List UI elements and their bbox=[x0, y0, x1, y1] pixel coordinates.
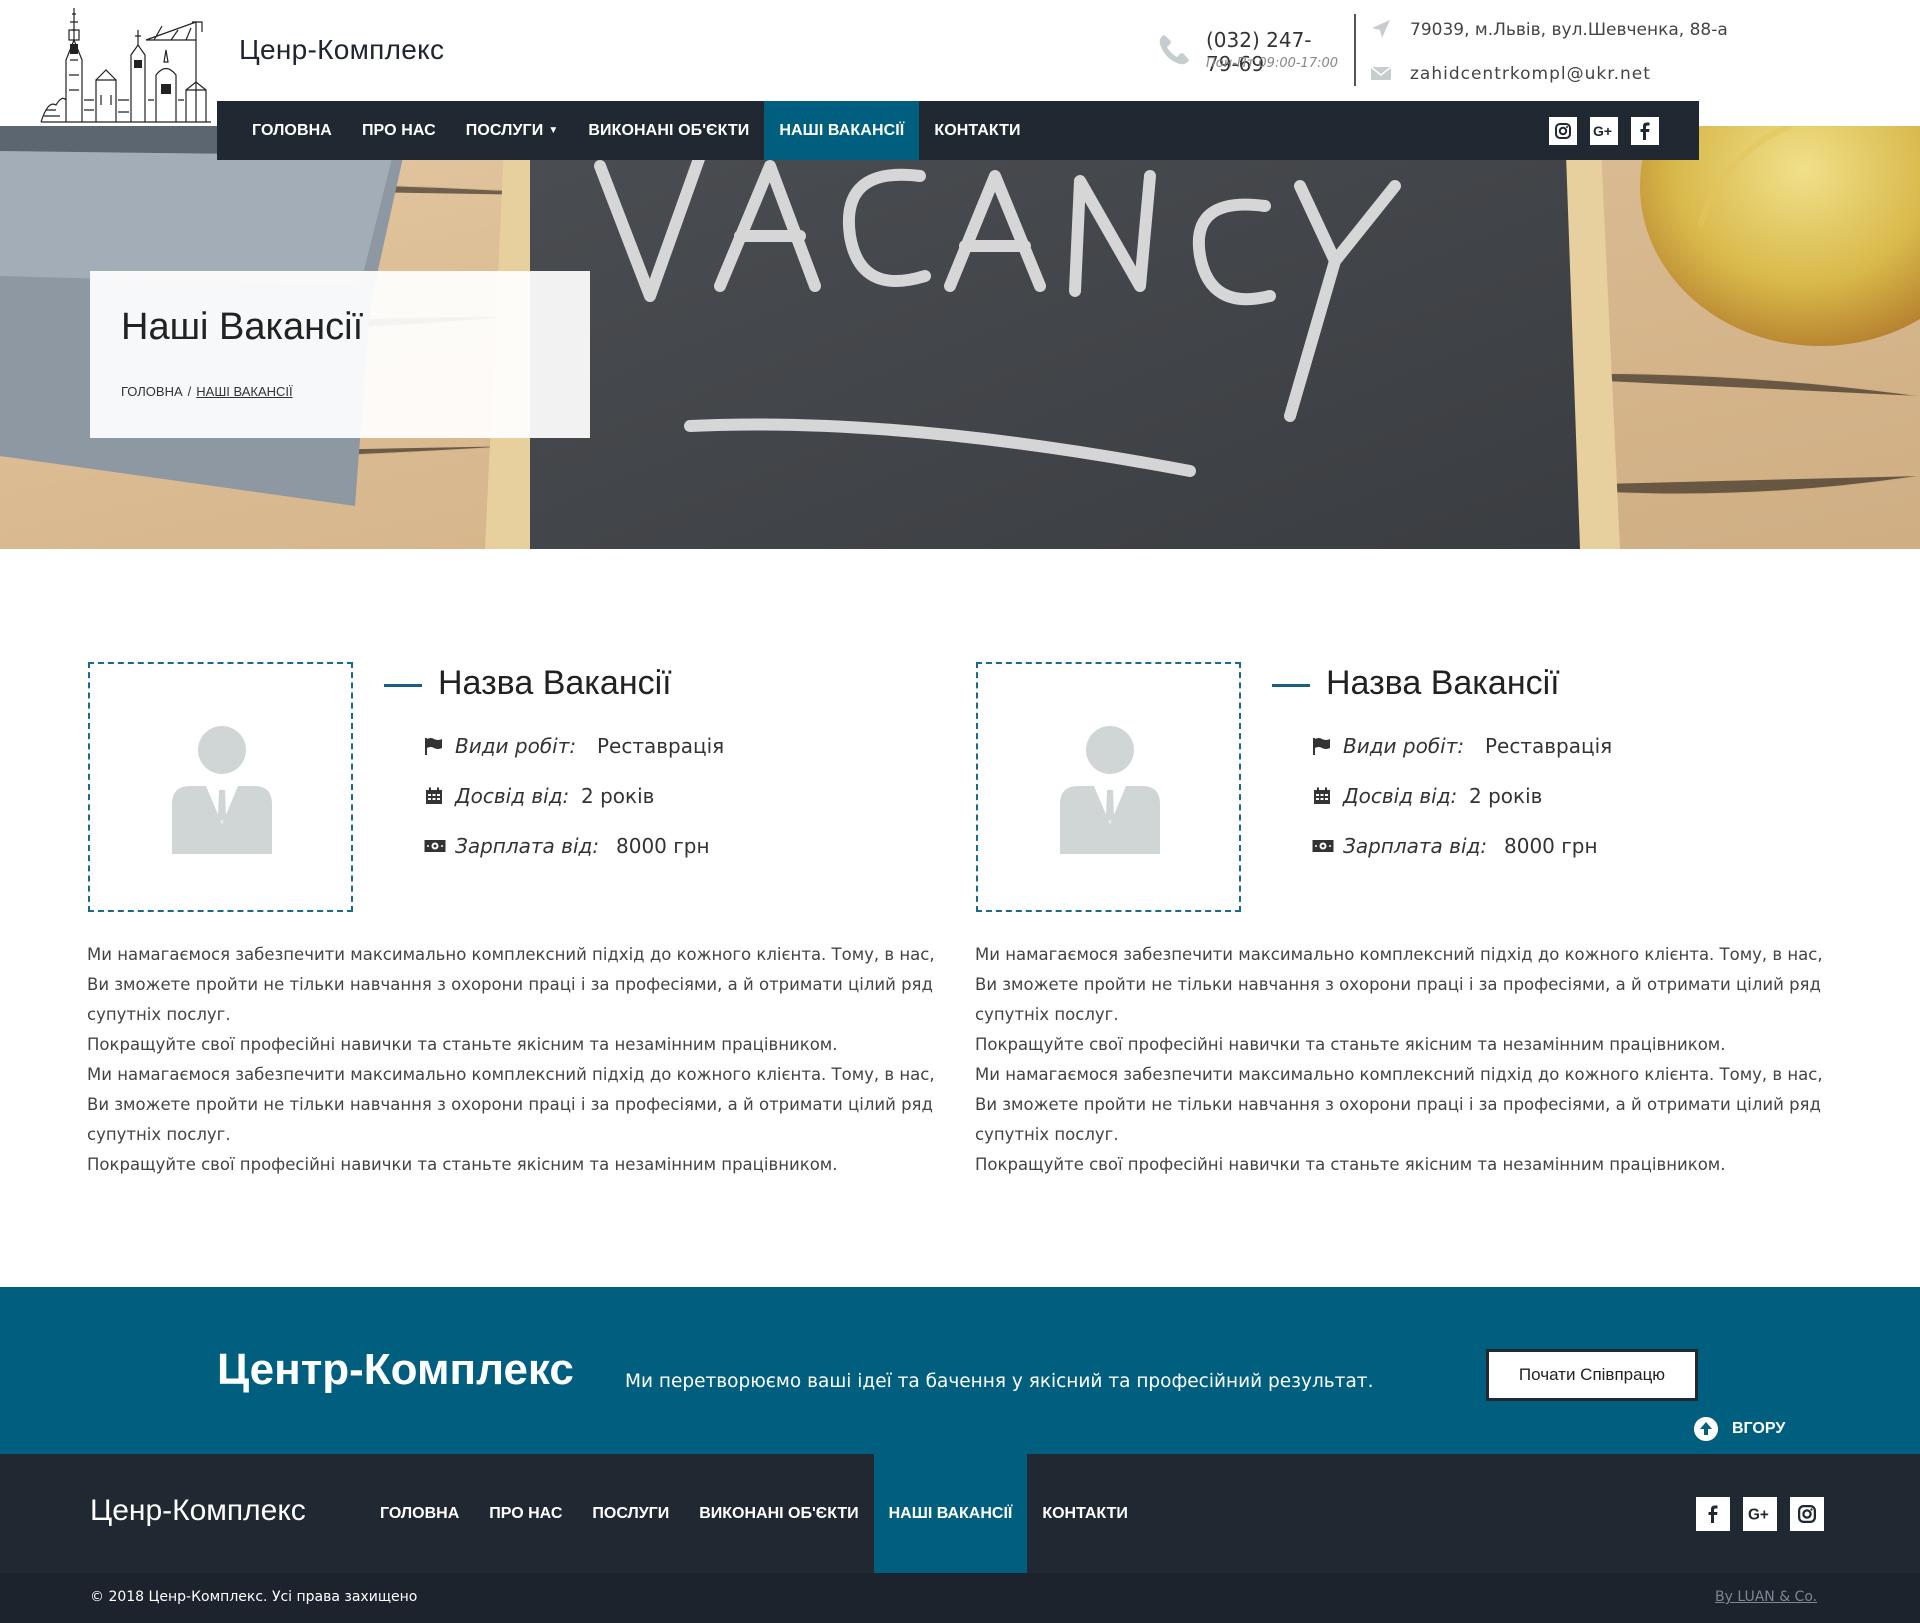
cta-tagline: Ми перетворюємо ваші ідеї та бачення у я… bbox=[625, 1371, 1374, 1392]
address-text: 79039, м.Львів, вул.Шевченка, 88-а bbox=[1410, 20, 1728, 40]
vacancy-paragraph: Ми намагаємося забезпечити максимально к… bbox=[87, 945, 935, 1024]
user-avatar-icon bbox=[1060, 726, 1160, 854]
vacancy-paragraph: Покращуйте свої професійні навички та ст… bbox=[87, 1155, 838, 1174]
google-plus-icon: G+ bbox=[1748, 1506, 1769, 1523]
calendar-icon bbox=[426, 787, 442, 804]
arrow-up-circle-icon bbox=[1694, 1417, 1718, 1441]
google-plus-link[interactable]: G+ bbox=[1743, 1497, 1777, 1531]
main-nav: ГОЛОВНА ПРО НАС ПОСЛУГИ ▼ ВИКОНАНІ ОБ'ЄКТ… bbox=[217, 101, 1699, 160]
email-link[interactable]: zahidcentrkompl@ukr.net bbox=[1410, 64, 1651, 84]
footer-nav-about[interactable]: ПРО НАС bbox=[474, 1454, 577, 1573]
vacancy-photo-placeholder bbox=[976, 662, 1241, 912]
facebook-link[interactable] bbox=[1696, 1497, 1730, 1531]
site-brand-title[interactable]: Ценр-Комплекс bbox=[239, 34, 444, 66]
working-hours: Пон-Пт 09:00-17:00 bbox=[1206, 56, 1339, 71]
nav-item-services[interactable]: ПОСЛУГИ ▼ bbox=[451, 101, 574, 160]
vacancy-paragraph: Ми намагаємося забезпечити максимально к… bbox=[975, 1065, 1823, 1144]
instagram-link[interactable] bbox=[1790, 1497, 1824, 1531]
instagram-icon bbox=[1798, 1505, 1816, 1523]
google-plus-icon: G+ bbox=[1593, 123, 1612, 139]
phone-icon bbox=[1159, 35, 1189, 65]
footer-nav-projects[interactable]: ВИКОНАНІ ОБ'ЄКТИ bbox=[684, 1454, 873, 1573]
nav-item-services-label: ПОСЛУГИ bbox=[465, 122, 544, 139]
instagram-icon bbox=[1555, 123, 1571, 139]
start-cooperation-button[interactable]: Почати Співпрацю bbox=[1486, 1349, 1698, 1401]
work-type-label: Види робіт: bbox=[455, 734, 577, 758]
contact-divider bbox=[1354, 14, 1356, 86]
experience-label: Досвід від: bbox=[455, 784, 570, 808]
location-arrow-icon bbox=[1372, 20, 1390, 38]
flag-icon bbox=[425, 738, 442, 755]
footer-nav-vacancies[interactable]: НАШІ ВАКАНСІЇ bbox=[873, 1454, 1028, 1573]
experience-value: 2 років bbox=[581, 784, 655, 808]
nav-item-projects[interactable]: ВИКОНАНІ ОБ'ЄКТИ bbox=[573, 101, 764, 160]
facebook-icon bbox=[1640, 122, 1650, 140]
breadcrumb-home-link[interactable]: ГОЛОВНА bbox=[121, 384, 183, 399]
nav-item-vacancies[interactable]: НАШІ ВАКАНСІЇ bbox=[764, 101, 920, 160]
instagram-link[interactable] bbox=[1549, 117, 1577, 145]
experience-label: Досвід від: bbox=[1343, 784, 1458, 808]
scroll-to-top-label: ВГОРУ bbox=[1732, 1420, 1786, 1437]
money-icon bbox=[424, 840, 446, 852]
breadcrumb-current[interactable]: НАШІ ВАКАНСІЇ bbox=[196, 384, 292, 399]
experience-value: 2 років bbox=[1469, 784, 1543, 808]
salary-label: Зарплата від: bbox=[1343, 834, 1488, 858]
breadcrumb: ГОЛОВНА / НАШІ ВАКАНСІЇ bbox=[121, 384, 293, 399]
page-title: Наші Вакансії bbox=[121, 306, 364, 348]
city-sketch-logo[interactable] bbox=[36, 0, 216, 126]
vacancy-card: Назва Вакансії Види робіт: Реставрація Д… bbox=[87, 662, 948, 1182]
hero-banner: Наші Вакансії ГОЛОВНА / НАШІ ВАКАНСІЇ bbox=[0, 126, 1920, 549]
vacancy-title-text: Назва Вакансії bbox=[1326, 664, 1560, 702]
breadcrumb-separator: / bbox=[187, 384, 192, 399]
chevron-down-icon: ▼ bbox=[548, 125, 559, 136]
vacancy-paragraph: Покращуйте свої професійні навички та ст… bbox=[975, 1155, 1726, 1174]
page-title-box: Наші Вакансії ГОЛОВНА / НАШІ ВАКАНСІЇ bbox=[90, 271, 590, 438]
vacancy-card: Назва Вакансії Види робіт: Реставрація Д… bbox=[975, 662, 1836, 1182]
vacancy-photo-placeholder bbox=[88, 662, 353, 912]
footer-nav-home[interactable]: ГОЛОВНА bbox=[365, 1454, 474, 1573]
title-accent-line bbox=[1272, 684, 1310, 687]
google-plus-link[interactable]: G+ bbox=[1590, 117, 1618, 145]
salary-value: 8000 грн bbox=[1504, 834, 1598, 858]
vacancy-paragraph: Ми намагаємося забезпечити максимально к… bbox=[87, 1065, 935, 1144]
salary-label: Зарплата від: bbox=[455, 834, 600, 858]
work-type-value: Реставрація bbox=[1485, 734, 1613, 758]
copyright-text: © 2018 Ценр-Комплекс. Усі права захищено bbox=[90, 1589, 418, 1605]
vacancy-paragraph: Ми намагаємося забезпечити максимально к… bbox=[975, 945, 1823, 1024]
title-accent-line bbox=[384, 684, 422, 687]
footer-nav-services[interactable]: ПОСЛУГИ bbox=[577, 1454, 684, 1573]
work-type-label: Види робіт: bbox=[1343, 734, 1465, 758]
footer-social-links: G+ bbox=[1696, 1497, 1824, 1531]
nav-item-about[interactable]: ПРО НАС bbox=[347, 101, 451, 160]
footer-nav: ГОЛОВНА ПРО НАС ПОСЛУГИ ВИКОНАНІ ОБ'ЄКТИ… bbox=[365, 1454, 1143, 1573]
developer-credit-link[interactable]: By LUAN & Co. bbox=[1715, 1589, 1817, 1605]
site-footer: Ценр-Комплекс ГОЛОВНА ПРО НАС ПОСЛУГИ ВИ… bbox=[0, 1454, 1920, 1623]
envelope-icon bbox=[1370, 66, 1392, 80]
facebook-icon bbox=[1708, 1505, 1718, 1523]
work-type-value: Реставрація bbox=[597, 734, 725, 758]
vacancy-description: Ми намагаємося забезпечити максимально к… bbox=[975, 940, 1835, 1180]
vacancy-paragraph: Покращуйте свої професійні навички та ст… bbox=[87, 1035, 838, 1054]
money-icon bbox=[1312, 840, 1334, 852]
footer-bottom-bar: © 2018 Ценр-Комплекс. Усі права захищено… bbox=[0, 1573, 1920, 1623]
vacancy-title-text: Назва Вакансії bbox=[438, 664, 672, 702]
nav-item-contacts[interactable]: КОНТАКТИ bbox=[919, 101, 1035, 160]
facebook-link[interactable] bbox=[1631, 117, 1659, 145]
vacancy-paragraph: Покращуйте свої професійні навички та ст… bbox=[975, 1035, 1726, 1054]
calendar-icon bbox=[1314, 787, 1330, 804]
flag-icon bbox=[1313, 738, 1330, 755]
cta-brand: Центр-Комплекс bbox=[217, 1345, 574, 1394]
nav-item-home[interactable]: ГОЛОВНА bbox=[217, 101, 347, 160]
svg-text:G+: G+ bbox=[1748, 1506, 1769, 1523]
salary-value: 8000 грн bbox=[616, 834, 710, 858]
footer-brand[interactable]: Ценр-Комплекс bbox=[90, 1494, 306, 1528]
cta-band: Центр-Комплекс Ми перетворюємо ваші ідеї… bbox=[0, 1287, 1920, 1454]
svg-text:G+: G+ bbox=[1593, 123, 1612, 139]
user-avatar-icon bbox=[172, 726, 272, 854]
vacancy-description: Ми намагаємося забезпечити максимально к… bbox=[87, 940, 947, 1180]
header-social-links: G+ bbox=[1549, 117, 1659, 145]
footer-nav-contacts[interactable]: КОНТАКТИ bbox=[1027, 1454, 1143, 1573]
contact-phone: (032) 247-79-69 Пон-Пт 09:00-17:00 bbox=[1156, 28, 1342, 78]
